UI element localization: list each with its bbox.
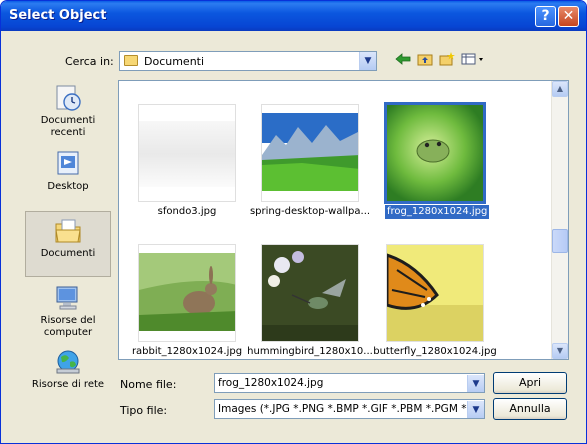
file-name[interactable]: rabbit_1280x1024.jpg xyxy=(129,345,245,359)
place-label: Desktop xyxy=(47,181,89,192)
network-globe-icon xyxy=(53,347,83,377)
back-arrow-icon[interactable] xyxy=(394,52,412,70)
file-name[interactable]: spring-desktop-wallpa... xyxy=(247,205,373,219)
scroll-up-icon[interactable]: ▲ xyxy=(552,81,568,97)
place-label: Documenti xyxy=(40,248,96,259)
chevron-down-icon[interactable]: ▼ xyxy=(467,401,484,418)
file-name-selected[interactable]: frog_1280x1024.jpg xyxy=(385,205,490,219)
look-in-value: Documenti xyxy=(144,55,205,68)
scroll-down-icon[interactable]: ▼ xyxy=(552,343,568,359)
help-button[interactable]: ? xyxy=(535,6,556,27)
thumbnail-rabbit[interactable] xyxy=(138,244,236,342)
place-desktop[interactable]: Desktop xyxy=(25,145,111,211)
thumbnail-sfondo3[interactable] xyxy=(138,104,236,202)
place-my-computer[interactable]: Risorse del computer xyxy=(25,279,111,345)
file-name[interactable]: hummingbird_1280x10... xyxy=(243,345,377,359)
folder-icon xyxy=(124,55,138,66)
thumbnail-hummingbird[interactable] xyxy=(261,244,359,342)
recent-documents-icon xyxy=(53,83,83,113)
place-label: Risorse del computer xyxy=(40,315,96,338)
desktop-icon xyxy=(53,149,83,179)
places-bar: Documenti recenti Desktop Documenti Riso… xyxy=(25,79,111,390)
look-in-label: Cerca in: xyxy=(65,55,114,68)
up-folder-icon[interactable] xyxy=(416,52,434,70)
thumbnail-butterfly[interactable] xyxy=(386,244,484,342)
computer-icon xyxy=(53,283,83,313)
file-name[interactable]: sfondo3.jpg xyxy=(138,205,236,219)
thumbnail-spring-desktop[interactable] xyxy=(261,104,359,202)
filetype-value: Images (*.JPG *.PNG *.BMP *.GIF *.PBM *.… xyxy=(218,403,483,415)
look-in-dropdown[interactable]: Documenti ▼ xyxy=(119,51,377,71)
place-documents[interactable]: Documenti xyxy=(25,211,111,277)
cancel-button[interactable]: Annulla xyxy=(493,398,567,420)
filetype-select[interactable]: Images (*.JPG *.PNG *.BMP *.GIF *.PBM *.… xyxy=(214,399,485,419)
thumbnail-frog[interactable] xyxy=(384,102,486,204)
filename-value: frog_1280x1024.jpg xyxy=(218,377,324,389)
close-button[interactable]: ✕ xyxy=(558,6,579,27)
place-label: Documenti recenti xyxy=(40,115,96,138)
documents-folder-icon xyxy=(53,216,83,246)
file-name[interactable]: butterfly_1280x1024.jpg xyxy=(373,345,497,359)
filename-input[interactable]: frog_1280x1024.jpg ▼ xyxy=(214,373,485,393)
file-list[interactable]: sfondo3.jpg spring-desktop-wallpa... fro… xyxy=(118,80,569,360)
place-network[interactable]: Risorse di rete xyxy=(25,343,111,409)
window-title: Select Object xyxy=(9,8,107,23)
scrollbar-thumb[interactable] xyxy=(552,229,568,253)
new-folder-icon[interactable] xyxy=(438,52,456,70)
chevron-down-icon[interactable]: ▼ xyxy=(359,52,376,70)
vertical-scrollbar[interactable]: ▲ ▼ xyxy=(551,81,568,359)
select-object-dialog: Select Object ? ✕ Cerca in: Documenti ▼ … xyxy=(0,0,587,444)
title-bar[interactable]: Select Object ? ✕ xyxy=(1,1,586,31)
filename-label: Nome file: xyxy=(120,378,177,391)
filetype-label: Tipo file: xyxy=(120,404,168,417)
view-menu-icon[interactable] xyxy=(460,52,488,70)
place-label: Risorse di rete xyxy=(31,379,105,390)
chevron-down-icon[interactable]: ▼ xyxy=(467,375,484,392)
open-button[interactable]: Apri xyxy=(493,372,567,394)
place-recent-documents[interactable]: Documenti recenti xyxy=(25,79,111,145)
